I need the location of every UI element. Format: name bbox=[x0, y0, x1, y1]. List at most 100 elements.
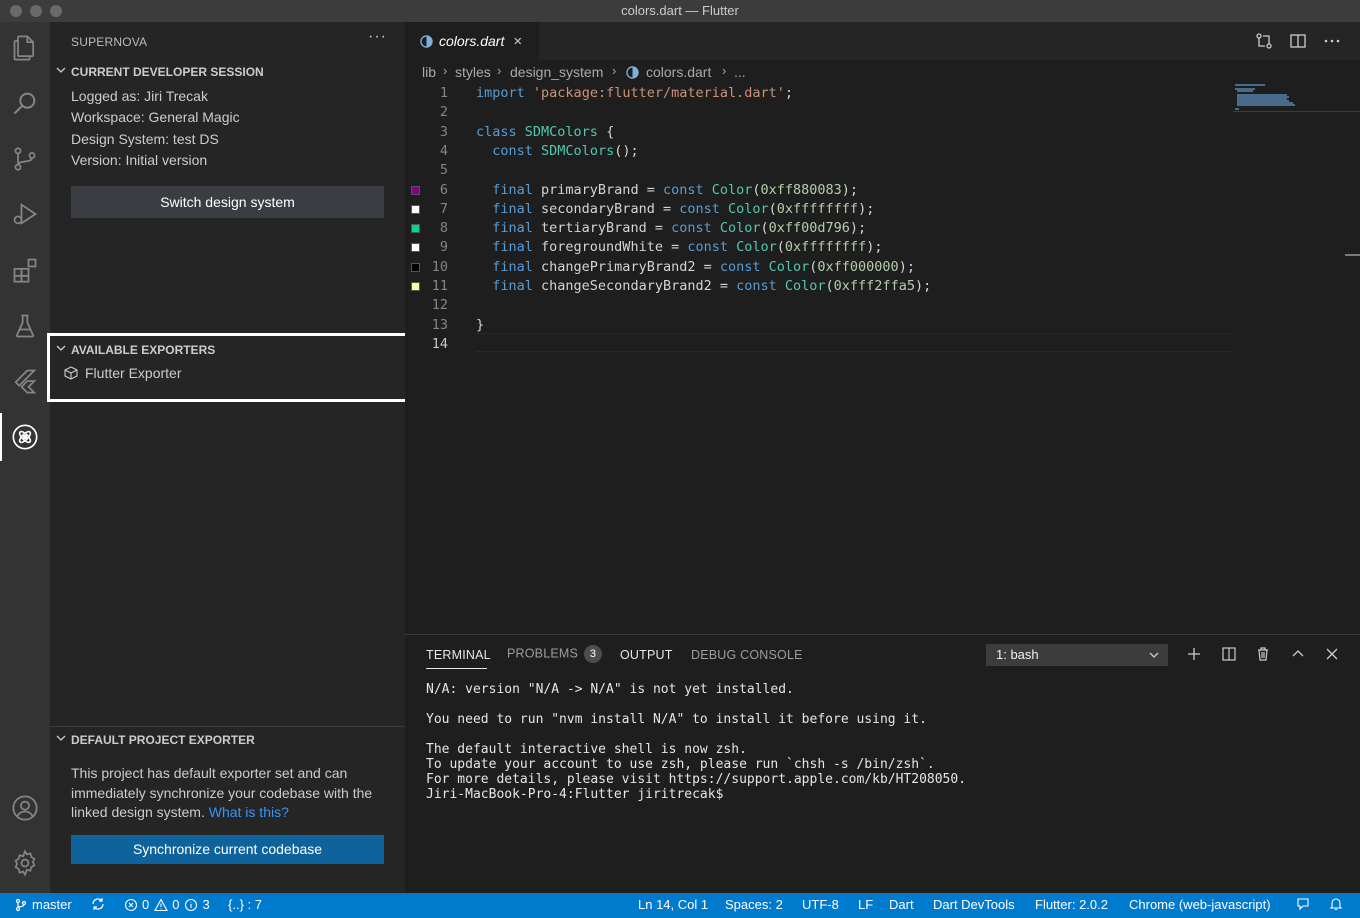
account-icon[interactable] bbox=[0, 784, 50, 832]
more-actions-icon[interactable]: ··· bbox=[368, 28, 387, 46]
close-panel-icon[interactable] bbox=[1324, 646, 1340, 662]
breadcrumb-styles[interactable]: styles bbox=[455, 64, 491, 80]
outline-status[interactable]: {..} : 7 bbox=[228, 897, 262, 912]
code-line[interactable]: 13} bbox=[405, 316, 1235, 335]
bell-icon bbox=[1329, 898, 1343, 911]
code-line[interactable]: 8 final tertiaryBrand = const Color(0xff… bbox=[405, 219, 1235, 238]
section-current-session-header[interactable]: CURRENT DEVELOPER SESSION bbox=[50, 61, 405, 83]
breadcrumb-symbol[interactable]: ... bbox=[734, 64, 746, 80]
shell-select-value: 1: bash bbox=[996, 647, 1039, 662]
section-default-exporter-header[interactable]: DEFAULT PROJECT EXPORTER bbox=[50, 729, 405, 751]
section-title: AVAILABLE EXPORTERS bbox=[71, 343, 216, 357]
feedback-icon bbox=[1297, 898, 1309, 911]
dart-file-icon bbox=[420, 34, 433, 48]
line-number: 8 bbox=[439, 220, 448, 237]
minimap[interactable] bbox=[1233, 84, 1360, 634]
breadcrumb: lib › styles › design_system › colors.da… bbox=[405, 60, 1360, 84]
section-available-exporters-header[interactable]: AVAILABLE EXPORTERS bbox=[50, 339, 405, 361]
breadcrumb-lib[interactable]: lib bbox=[422, 64, 436, 80]
breadcrumb-design-system[interactable]: design_system bbox=[510, 64, 603, 80]
line-number: 4 bbox=[439, 142, 448, 159]
terminal-shell-select[interactable]: 1: bash bbox=[986, 644, 1168, 666]
extensions-icon[interactable] bbox=[0, 246, 50, 294]
code-line[interactable]: 11 final changeSecondaryBrand2 = const C… bbox=[405, 277, 1235, 296]
scrollbar-cursor-marker bbox=[1345, 254, 1360, 256]
flutter-icon[interactable] bbox=[0, 357, 50, 405]
search-icon[interactable] bbox=[0, 79, 50, 127]
line-number: 12 bbox=[431, 297, 448, 314]
open-changes-icon[interactable] bbox=[1255, 32, 1273, 50]
line-number: 13 bbox=[431, 316, 448, 333]
branch-label: master bbox=[32, 897, 72, 912]
exporter-label: Flutter Exporter bbox=[85, 365, 182, 381]
terminal-line: Jiri-MacBook-Pro-4:Flutter jiritrecak$ bbox=[426, 787, 724, 802]
sync-status[interactable] bbox=[91, 897, 109, 911]
supernova-sidebar: SUPERNOVA ··· CURRENT DEVELOPER SESSION … bbox=[47, 22, 409, 893]
run-debug-icon[interactable] bbox=[0, 190, 50, 238]
code-line[interactable]: 4 const SDMColors(); bbox=[405, 142, 1235, 161]
encoding-status[interactable]: UTF-8 bbox=[802, 897, 839, 912]
explorer-icon[interactable] bbox=[0, 24, 50, 72]
code-line[interactable]: 1 import 'package:flutter/material.dart'; bbox=[405, 84, 1235, 103]
line-source: final primaryBrand = const Color(0xff880… bbox=[492, 181, 859, 198]
code-line[interactable]: 5 bbox=[405, 161, 1235, 180]
close-tab-icon[interactable]: × bbox=[513, 33, 522, 50]
split-terminal-icon[interactable] bbox=[1221, 646, 1237, 662]
dart-devtools-status[interactable]: Dart DevTools bbox=[933, 897, 1015, 912]
section-title: DEFAULT PROJECT EXPORTER bbox=[71, 733, 255, 747]
indentation-status[interactable]: Spaces: 2 bbox=[725, 897, 783, 912]
editor-tab-bar: colors.dart × bbox=[405, 22, 1360, 60]
cursor-position-status[interactable]: Ln 14, Col 1 bbox=[638, 897, 708, 912]
code-line[interactable]: 2 bbox=[405, 103, 1235, 122]
breadcrumb-separator-icon: › bbox=[443, 63, 448, 78]
supernova-icon[interactable] bbox=[0, 413, 50, 461]
code-line[interactable]: 12 bbox=[405, 296, 1235, 315]
trash-icon[interactable] bbox=[1255, 646, 1271, 662]
tab-label: colors.dart bbox=[439, 33, 505, 49]
line-number: 2 bbox=[439, 104, 448, 121]
branch-status[interactable]: master bbox=[14, 897, 72, 912]
code-line[interactable]: 14 bbox=[405, 335, 1235, 354]
line-number: 6 bbox=[439, 181, 448, 198]
feedback-status[interactable] bbox=[1296, 897, 1314, 911]
synchronize-codebase-button[interactable]: Synchronize current codebase bbox=[71, 835, 384, 864]
tab-problems[interactable]: PROBLEMS 3 bbox=[507, 645, 603, 663]
notifications-status[interactable] bbox=[1329, 897, 1347, 911]
source-control-icon[interactable] bbox=[0, 135, 50, 183]
terminal-line: You need to run "nvm install N/A" to ins… bbox=[426, 712, 927, 727]
flutter-version-status[interactable]: Flutter: 2.0.2 bbox=[1035, 897, 1108, 912]
exporter-item-flutter[interactable]: Flutter Exporter bbox=[63, 365, 181, 381]
language-mode-status[interactable]: Dart bbox=[889, 897, 914, 912]
eol-status[interactable]: LF bbox=[858, 897, 873, 912]
split-editor-icon[interactable] bbox=[1289, 32, 1307, 50]
code-line[interactable]: 9 final foregroundWhite = const Color(0x… bbox=[405, 238, 1235, 257]
tab-colors-dart[interactable]: colors.dart × bbox=[405, 22, 539, 60]
tab-terminal[interactable]: TERMINAL bbox=[426, 648, 491, 662]
what-is-this-link[interactable]: What is this? bbox=[209, 804, 289, 820]
testing-icon[interactable] bbox=[0, 302, 50, 350]
new-terminal-icon[interactable] bbox=[1186, 646, 1202, 662]
tab-debug-console[interactable]: DEBUG CONSOLE bbox=[691, 648, 803, 662]
settings-gear-icon[interactable] bbox=[0, 839, 50, 887]
maximize-panel-icon[interactable] bbox=[1290, 646, 1306, 662]
breadcrumb-separator-icon: › bbox=[497, 63, 502, 78]
code-line[interactable]: 10 final changePrimaryBrand2 = const Col… bbox=[405, 258, 1235, 277]
code-line[interactable]: 6 final primaryBrand = const Color(0xff8… bbox=[405, 181, 1235, 200]
tab-problems-label: PROBLEMS bbox=[507, 646, 579, 661]
code-line[interactable]: 7 final secondaryBrand = const Color(0xf… bbox=[405, 200, 1235, 219]
terminal-line: N/A: version "N/A -> N/A" is not yet ins… bbox=[426, 682, 794, 697]
warning-icon bbox=[154, 897, 169, 911]
problems-status[interactable]: 0 0 3 bbox=[124, 897, 210, 912]
error-icon bbox=[124, 898, 138, 911]
section-divider bbox=[50, 726, 405, 727]
tab-output[interactable]: OUTPUT bbox=[620, 648, 673, 662]
more-actions-icon[interactable] bbox=[1323, 32, 1341, 50]
code-editor[interactable]: 1 import 'package:flutter/material.dart';… bbox=[405, 84, 1360, 634]
switch-design-system-button[interactable]: Switch design system bbox=[71, 186, 384, 218]
workspace-text: Workspace: General Magic bbox=[71, 109, 240, 125]
device-status[interactable]: Chrome (web-javascript) bbox=[1129, 897, 1271, 912]
breadcrumb-colors-dart[interactable]: colors.dart bbox=[646, 64, 711, 80]
info-icon bbox=[185, 898, 198, 911]
code-line[interactable]: 3 class SDMColors { bbox=[405, 123, 1235, 142]
design-system-text: Design System: test DS bbox=[71, 131, 219, 147]
